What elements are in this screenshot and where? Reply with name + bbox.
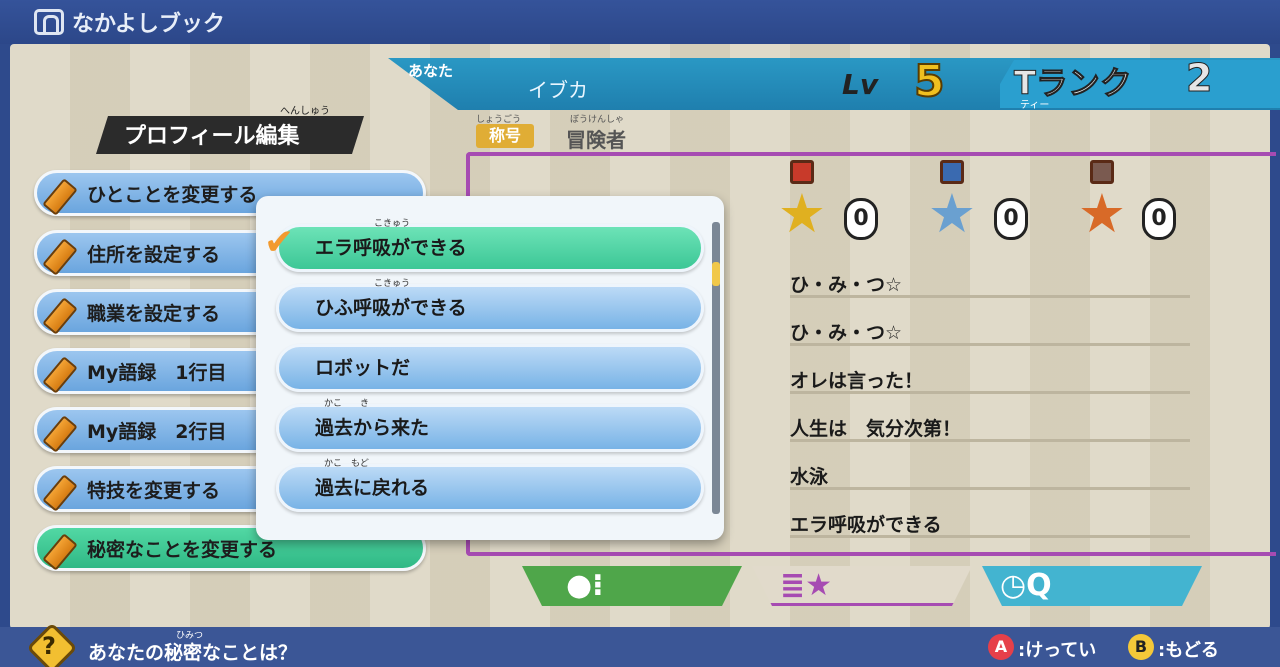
pencil-icon bbox=[45, 531, 79, 565]
menu-label: My語録 1行目 bbox=[87, 361, 227, 384]
rank-ruby: ティー bbox=[1020, 100, 1050, 111]
confirm-hint: :けってい bbox=[1018, 640, 1097, 661]
menu-label: 職業を設定する bbox=[87, 302, 221, 325]
question-mark-icon: ? bbox=[42, 632, 56, 660]
rank-value: 2 bbox=[1185, 56, 1213, 101]
gold-medal-icon: ★ bbox=[772, 160, 832, 244]
bronze-medal-count: 0 bbox=[1142, 198, 1176, 240]
title-bar: なかよしブック bbox=[0, 0, 1280, 44]
heading-ruby: へんしゅう bbox=[280, 106, 330, 117]
pencil-icon bbox=[45, 176, 79, 210]
menu-label: 特技を変更する bbox=[87, 479, 221, 502]
popup-scroll-thumb[interactable] bbox=[712, 262, 720, 286]
silver-medal-icon: ★ bbox=[922, 160, 982, 244]
info-row-secret: エラ呼吸ができる bbox=[790, 504, 1190, 538]
menu-label: 秘密なことを変更する bbox=[87, 538, 278, 561]
gold-medal-count: 0 bbox=[844, 198, 878, 240]
level-label: Lv bbox=[842, 68, 879, 101]
menu-label: ひとことを変更する bbox=[87, 183, 258, 206]
checkmark-icon: ✔ bbox=[264, 222, 295, 263]
info-row-address: ひ・み・つ☆ bbox=[790, 312, 1190, 346]
menu-label: 住所を設定する bbox=[87, 243, 221, 266]
search-tab-icon: ◷Q bbox=[1000, 568, 1052, 603]
profile-tab-icon: ●⁝ bbox=[566, 568, 604, 603]
info-row-quote-1: オレは言った！ bbox=[790, 360, 1190, 394]
option-gill-breathing[interactable]: エラ呼吸ができる bbox=[276, 224, 704, 272]
info-row-quote-2: 人生は 気分次第！ bbox=[790, 408, 1190, 442]
title-tag: 称号 bbox=[476, 124, 534, 148]
pencil-icon bbox=[45, 295, 79, 329]
option-ruby: かこ もど bbox=[324, 459, 369, 469]
option-robot[interactable]: ロボットだ bbox=[276, 344, 704, 392]
info-row-skill: 水泳 bbox=[790, 456, 1190, 490]
medal-tab-icon: ≣★ bbox=[780, 568, 833, 603]
pencil-icon bbox=[45, 354, 79, 388]
option-ruby: かこ き bbox=[324, 399, 370, 409]
you-label: あなた bbox=[408, 62, 454, 80]
menu-label: My語録 2行目 bbox=[87, 420, 227, 443]
bronze-medal-icon: ★ bbox=[1072, 160, 1132, 244]
option-ruby: こきゅう bbox=[374, 219, 411, 229]
pencil-icon bbox=[45, 413, 79, 447]
option-return-to-past[interactable]: 過去に戻れる bbox=[276, 464, 704, 512]
b-button-icon[interactable]: B bbox=[1128, 634, 1154, 660]
secret-options-popup: エラ呼吸ができる ひふ呼吸ができる ロボットだ 過去から来た 過去に戻れる こき… bbox=[256, 196, 724, 540]
player-name: イブカ bbox=[528, 78, 588, 102]
footer-question: あなたの秘密なことは？ bbox=[88, 642, 298, 664]
back-hint: :もどる bbox=[1158, 640, 1219, 661]
level-value: 5 bbox=[913, 55, 946, 108]
a-button-icon[interactable]: A bbox=[988, 634, 1014, 660]
app-title: なかよしブック bbox=[72, 12, 225, 37]
tab-profile[interactable] bbox=[522, 566, 742, 606]
option-from-past[interactable]: 過去から来た bbox=[276, 404, 704, 452]
silver-medal-count: 0 bbox=[994, 198, 1028, 240]
title-value: 冒険者 bbox=[566, 128, 626, 152]
book-logo-icon bbox=[34, 9, 64, 35]
pencil-icon bbox=[45, 472, 79, 506]
option-ruby: こきゅう bbox=[374, 279, 411, 289]
pencil-icon bbox=[45, 236, 79, 270]
option-skin-breathing[interactable]: ひふ呼吸ができる bbox=[276, 284, 704, 332]
info-row-comment: ひ・み・つ☆ bbox=[790, 264, 1190, 298]
page-title: プロフィール編集 bbox=[124, 124, 300, 149]
